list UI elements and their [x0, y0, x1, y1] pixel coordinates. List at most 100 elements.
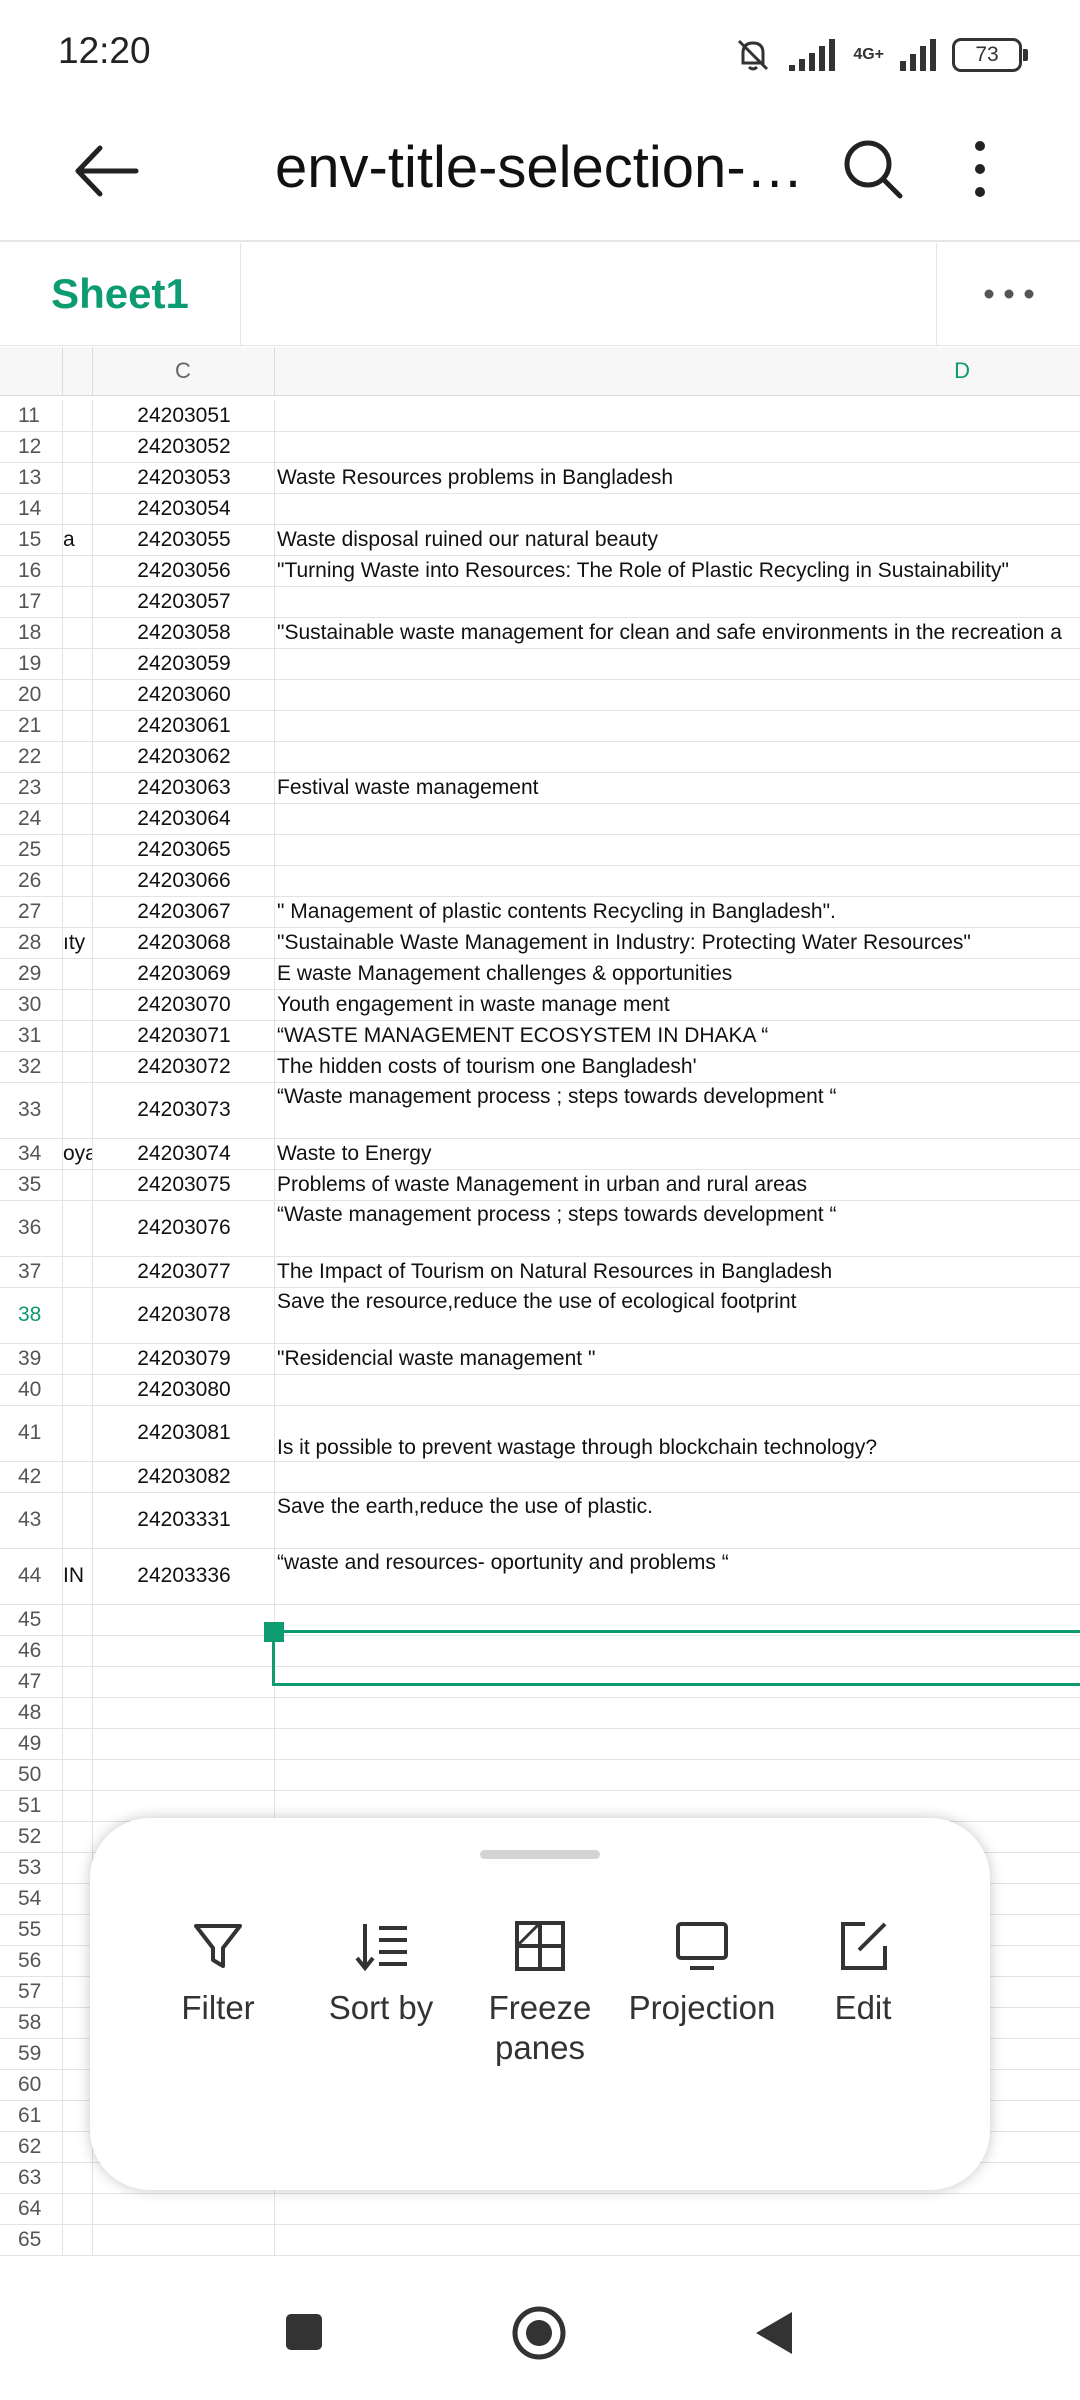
cell-title[interactable]: The hidden costs of tourism one Banglade…: [274, 1051, 1080, 1082]
table-row[interactable]: 22 24203062: [0, 741, 1080, 773]
cell-b[interactable]: IN: [62, 1548, 93, 1604]
row-number[interactable]: 57: [0, 1976, 62, 2007]
drag-handle[interactable]: [480, 1850, 600, 1859]
table-row[interactable]: 24 24203064: [0, 803, 1080, 835]
cell-id[interactable]: 24203070: [92, 989, 275, 1020]
cell-b[interactable]: [62, 865, 93, 896]
cell-b[interactable]: [62, 1051, 93, 1082]
home-circle-icon[interactable]: [510, 2304, 568, 2362]
cell-title[interactable]: [274, 710, 1080, 741]
row-number[interactable]: 55: [0, 1914, 62, 1945]
cell-id[interactable]: 24203069: [92, 958, 275, 989]
cell-id[interactable]: [92, 2193, 275, 2224]
cell-b[interactable]: [62, 834, 93, 865]
cell-id[interactable]: 24203078: [92, 1287, 275, 1343]
row-number[interactable]: 24: [0, 803, 62, 834]
row-number[interactable]: 52: [0, 1821, 62, 1852]
row-number[interactable]: 36: [0, 1200, 62, 1256]
cell-id[interactable]: 24203067: [92, 896, 275, 927]
row-number[interactable]: 35: [0, 1169, 62, 1200]
cell-id[interactable]: 24203053: [92, 462, 275, 493]
table-row[interactable]: 28 ıty 24203068 "Sustainable Waste Manageme…: [0, 927, 1080, 959]
table-row[interactable]: 16 24203056 "Turning Waste into Resources:…: [0, 555, 1080, 587]
cell-id[interactable]: 24203059: [92, 648, 275, 679]
cell-title[interactable]: [274, 2193, 1080, 2224]
cell-title[interactable]: Waste to Energy: [274, 1138, 1080, 1169]
table-row[interactable]: 38 24203078 Save the resource,reduce the u…: [0, 1287, 1080, 1344]
table-row[interactable]: 25 24203065: [0, 834, 1080, 866]
cell-b[interactable]: ıty: [62, 927, 93, 958]
table-row[interactable]: 34oya24203074Waste to Energy: [0, 1138, 1080, 1170]
cell-title[interactable]: Is it possible to prevent wastage throug…: [274, 1405, 1080, 1461]
row-number[interactable]: 44: [0, 1548, 62, 1604]
cell-title[interactable]: [274, 1604, 1080, 1635]
row-number[interactable]: 60: [0, 2069, 62, 2100]
cell-b[interactable]: oya: [62, 1138, 93, 1169]
cell-id[interactable]: 24203071: [92, 1020, 275, 1051]
row-number[interactable]: 13: [0, 462, 62, 493]
table-row[interactable]: 14 24203054: [0, 493, 1080, 525]
row-number[interactable]: 15: [0, 524, 62, 555]
cell-b[interactable]: [62, 1852, 93, 1883]
cell-title[interactable]: [274, 1635, 1080, 1666]
row-number[interactable]: 29: [0, 958, 62, 989]
row-number[interactable]: 64: [0, 2193, 62, 2224]
cell-b[interactable]: [62, 1821, 93, 1852]
row-number[interactable]: 58: [0, 2007, 62, 2038]
cell-b[interactable]: [62, 1405, 93, 1461]
table-row[interactable]: 18 24203058 "Sustainable waste management …: [0, 617, 1080, 649]
cell-b[interactable]: a: [62, 524, 93, 555]
cell-title[interactable]: [274, 400, 1080, 431]
cell-title[interactable]: Waste Resources problems in Bangladesh: [274, 462, 1080, 493]
cell-id[interactable]: [92, 1759, 275, 1790]
cell-title[interactable]: “waste and resources- oportunity and pro…: [274, 1548, 1080, 1604]
column-header-b[interactable]: [62, 347, 93, 395]
cell-title[interactable]: [274, 679, 1080, 710]
cell-title[interactable]: [274, 803, 1080, 834]
row-number[interactable]: 16: [0, 555, 62, 586]
row-number[interactable]: 56: [0, 1945, 62, 1976]
cell-b[interactable]: [62, 1461, 93, 1492]
cell-b[interactable]: [62, 1635, 93, 1666]
row-number[interactable]: 41: [0, 1405, 62, 1461]
cell-b[interactable]: [62, 679, 93, 710]
cell-title[interactable]: Youth engagement in waste manage ment: [274, 989, 1080, 1020]
table-row[interactable]: 32 24203072 The hidden costs of tourism on…: [0, 1051, 1080, 1083]
table-row[interactable]: 47: [0, 1666, 1080, 1698]
cell-b[interactable]: [62, 555, 93, 586]
row-number[interactable]: 25: [0, 834, 62, 865]
cell-b[interactable]: [62, 896, 93, 927]
search-icon[interactable]: [840, 136, 906, 202]
cell-title[interactable]: [274, 1790, 1080, 1821]
column-header-c[interactable]: C: [92, 347, 275, 395]
cell-id[interactable]: 24203331: [92, 1492, 275, 1548]
table-row[interactable]: 65: [0, 2224, 1080, 2256]
cell-b[interactable]: [62, 989, 93, 1020]
cell-id[interactable]: 24203057: [92, 586, 275, 617]
cell-b[interactable]: [62, 1914, 93, 1945]
cell-id[interactable]: 24203061: [92, 710, 275, 741]
table-row[interactable]: 12 24203052: [0, 431, 1080, 463]
table-row[interactable]: 23 24203063 Festival waste management: [0, 772, 1080, 804]
cell-title[interactable]: “WASTE MANAGEMENT ECOSYSTEM IN DHAKA “: [274, 1020, 1080, 1051]
cell-b[interactable]: [62, 2193, 93, 2224]
row-number[interactable]: 12: [0, 431, 62, 462]
cell-title[interactable]: [274, 865, 1080, 896]
row-number[interactable]: 18: [0, 617, 62, 648]
recents-square-icon[interactable]: [284, 2312, 324, 2352]
row-number[interactable]: 37: [0, 1256, 62, 1287]
cell-id[interactable]: 24203063: [92, 772, 275, 803]
sheet-tab[interactable]: Sheet1: [0, 243, 241, 345]
more-vertical-icon[interactable]: [960, 136, 1000, 202]
table-row[interactable]: 35 24203075 Problems of waste Management i…: [0, 1169, 1080, 1201]
row-number[interactable]: 48: [0, 1697, 62, 1728]
table-row[interactable]: 43 24203331 Save the earth,reduce the use …: [0, 1492, 1080, 1549]
cell-id[interactable]: 24203336: [92, 1548, 275, 1604]
cell-b[interactable]: [62, 1287, 93, 1343]
cell-id[interactable]: 24203082: [92, 1461, 275, 1492]
cell-title[interactable]: " Management of plastic contents Recycli…: [274, 896, 1080, 927]
corner-cell[interactable]: [0, 347, 63, 395]
cell-title[interactable]: [274, 493, 1080, 524]
row-number[interactable]: 23: [0, 772, 62, 803]
cell-title[interactable]: [274, 2224, 1080, 2255]
